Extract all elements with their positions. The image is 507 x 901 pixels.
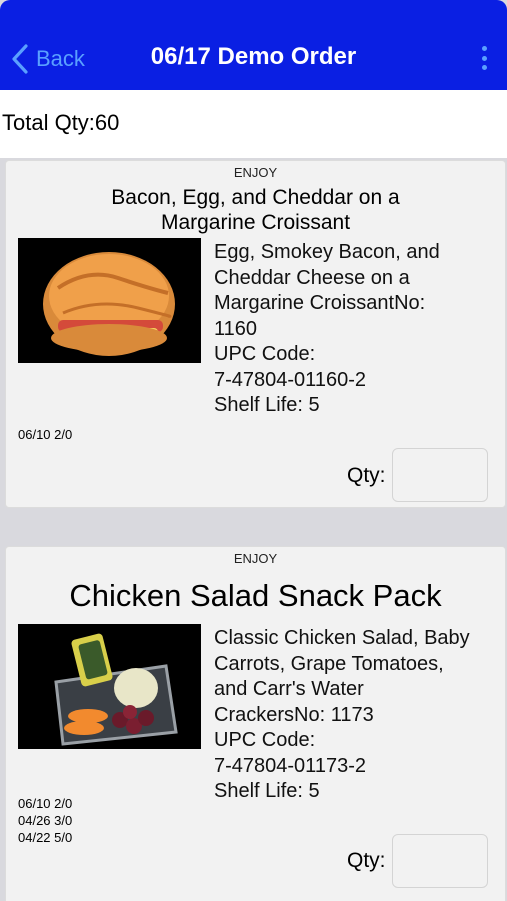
product-brand: ENJOY — [233, 165, 278, 180]
more-dots-icon — [481, 46, 487, 51]
qty-input[interactable] — [392, 448, 488, 502]
more-menu-button[interactable] — [477, 46, 491, 70]
qty-input[interactable] — [392, 834, 488, 888]
product-image-croissant — [18, 238, 201, 363]
qty-label: Qty: — [347, 464, 386, 487]
product-description: Classic Chicken Salad, Baby Carrots, Gra… — [214, 627, 470, 802]
product-card: ENJOY Chicken Salad Snack Pack Classic C… — [5, 546, 506, 901]
product-brand: ENJOY — [233, 551, 278, 566]
product-name: Chicken Salad Snack Pack — [69, 578, 442, 613]
product-image-snack-pack — [18, 624, 201, 749]
product-description: Egg, Smokey Bacon, and Cheddar Cheese on… — [214, 241, 440, 416]
product-card: ENJOY Bacon, Egg, and Cheddar on a Marga… — [5, 160, 506, 508]
page-title: 06/17 Demo Order — [150, 43, 357, 70]
total-bar: Total Qty:60 — [0, 90, 507, 158]
order-history: 06/10 2/0 — [18, 427, 73, 442]
product-name: Bacon, Egg, and Cheddar on a Margarine C… — [111, 186, 400, 235]
qty-label: Qty: — [347, 849, 386, 872]
order-history: 06/10 2/0 04/26 3/0 04/22 5/0 — [18, 796, 73, 845]
total-qty: Total Qty:60 — [2, 110, 120, 135]
navigation-bar: Back 06/17 Demo Order — [0, 0, 507, 90]
